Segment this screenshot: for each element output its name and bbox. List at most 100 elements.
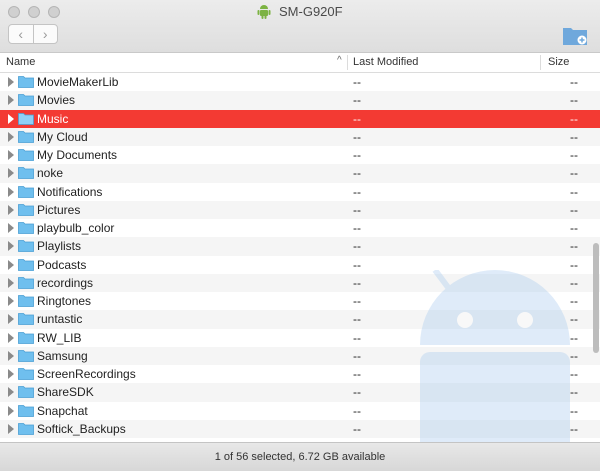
- item-size: --: [570, 75, 578, 89]
- item-name: Podcasts: [37, 257, 87, 272]
- item-size: --: [570, 129, 578, 144]
- list-item[interactable]: Ringtones -- --: [0, 292, 600, 310]
- item-name: Ringtones: [37, 294, 92, 308]
- list-item[interactable]: RW_LIB -- --: [0, 329, 600, 347]
- navigation-buttons: ‹ ›: [8, 24, 58, 44]
- item-name: RW_LIB: [37, 330, 82, 345]
- item-size: --: [570, 294, 578, 308]
- item-name: playbulb_color: [37, 221, 115, 235]
- folder-icon: [18, 386, 34, 399]
- column-header: Name ^ Last Modified Size: [0, 53, 600, 73]
- folder-icon: [18, 422, 34, 435]
- item-modified: --: [353, 385, 361, 400]
- list-item[interactable]: Softick_Backups -- --: [0, 419, 600, 438]
- item-name: Samsung: [37, 348, 88, 363]
- item-size: --: [570, 330, 578, 345]
- android-icon: [257, 4, 271, 19]
- vertical-scrollbar[interactable]: [593, 243, 599, 353]
- item-modified: --: [353, 312, 361, 327]
- item-name: runtastic: [37, 312, 83, 327]
- folder-icon: [18, 258, 34, 271]
- item-size: --: [570, 221, 578, 235]
- folder-icon: [18, 76, 34, 88]
- list-item[interactable]: Notifications -- --: [0, 183, 600, 201]
- list-item[interactable]: My Cloud -- --: [0, 127, 600, 146]
- folder-icon: [18, 203, 34, 216]
- item-size: --: [570, 257, 578, 272]
- disclosure-triangle-icon[interactable]: [8, 241, 14, 252]
- disclosure-triangle-icon[interactable]: [8, 259, 14, 270]
- list-item[interactable]: ScreenRecordings -- --: [0, 365, 600, 383]
- list-item[interactable]: noke -- --: [0, 164, 600, 183]
- item-size: --: [570, 111, 578, 126]
- list-item[interactable]: My Documents -- --: [0, 146, 600, 164]
- list-item[interactable]: Pictures -- --: [0, 200, 600, 219]
- sort-ascending-icon: ^: [337, 55, 342, 66]
- item-modified: --: [353, 166, 361, 181]
- list-item[interactable]: playbulb_color -- --: [0, 219, 600, 237]
- folder-icon: [18, 149, 34, 161]
- list-item[interactable]: recordings -- --: [0, 273, 600, 292]
- new-folder-icon[interactable]: [562, 24, 588, 46]
- item-size: --: [570, 385, 578, 400]
- forward-button[interactable]: ›: [32, 25, 58, 43]
- disclosure-triangle-icon[interactable]: [8, 204, 14, 215]
- item-name: Pictures: [37, 202, 81, 217]
- item-modified: --: [353, 75, 361, 89]
- item-modified: --: [353, 129, 361, 144]
- item-size: --: [570, 239, 578, 254]
- disclosure-triangle-icon[interactable]: [8, 350, 14, 361]
- list-item[interactable]: Snapchat -- --: [0, 402, 600, 420]
- folder-icon: [18, 240, 34, 253]
- list-item[interactable]: MovieMakerLib -- --: [0, 73, 600, 91]
- folder-icon: [18, 185, 34, 198]
- title-bar: SM-G920F ‹ ›: [0, 0, 600, 53]
- disclosure-triangle-icon[interactable]: [8, 405, 14, 416]
- item-name: Snapchat: [37, 403, 88, 418]
- disclosure-triangle-icon[interactable]: [8, 314, 14, 325]
- disclosure-triangle-icon[interactable]: [8, 277, 14, 288]
- item-size: --: [570, 275, 578, 290]
- folder-icon: [18, 222, 34, 234]
- item-modified: --: [353, 257, 361, 272]
- disclosure-triangle-icon[interactable]: [8, 150, 14, 160]
- list-item[interactable]: Movies -- --: [0, 91, 600, 110]
- item-modified: --: [353, 111, 361, 126]
- disclosure-triangle-icon[interactable]: [8, 186, 14, 197]
- list-item[interactable]: Podcasts -- --: [0, 256, 600, 274]
- item-modified: --: [353, 421, 361, 436]
- item-modified: --: [353, 202, 361, 217]
- item-name: Playlists: [37, 239, 82, 254]
- item-size: --: [570, 348, 578, 363]
- folder-icon: [18, 404, 34, 417]
- item-name: noke: [37, 166, 64, 181]
- column-size-header[interactable]: Size: [548, 56, 569, 68]
- disclosure-triangle-icon[interactable]: [8, 113, 14, 124]
- list-item[interactable]: Playlists -- --: [0, 237, 600, 256]
- disclosure-triangle-icon[interactable]: [8, 168, 14, 179]
- column-modified-header[interactable]: Last Modified: [353, 56, 418, 68]
- disclosure-triangle-icon[interactable]: [8, 131, 14, 142]
- disclosure-triangle-icon[interactable]: [8, 223, 14, 233]
- disclosure-triangle-icon[interactable]: [8, 296, 14, 306]
- disclosure-triangle-icon[interactable]: [8, 423, 14, 434]
- back-button[interactable]: ‹: [9, 25, 33, 43]
- disclosure-triangle-icon[interactable]: [8, 369, 14, 379]
- disclosure-triangle-icon[interactable]: [8, 95, 14, 106]
- list-item[interactable]: Samsung -- --: [0, 346, 600, 365]
- list-item[interactable]: Music -- --: [0, 109, 600, 128]
- folder-icon: [18, 276, 34, 289]
- item-name: My Documents: [37, 148, 118, 162]
- item-name: MovieMakerLib: [37, 75, 119, 89]
- column-name-header[interactable]: Name: [6, 56, 35, 68]
- disclosure-triangle-icon[interactable]: [8, 332, 14, 343]
- folder-icon: [18, 167, 34, 180]
- list-item[interactable]: runtastic -- --: [0, 310, 600, 329]
- item-modified: --: [353, 221, 361, 235]
- list-item[interactable]: ShareSDK -- --: [0, 383, 600, 402]
- status-bar: 1 of 56 selected, 6.72 GB available: [0, 442, 600, 471]
- disclosure-triangle-icon[interactable]: [8, 77, 14, 87]
- disclosure-triangle-icon[interactable]: [8, 387, 14, 398]
- chevron-left-icon: ‹: [18, 26, 24, 42]
- file-list: MovieMakerLib -- -- Movies -- -- Music -- -- My C…: [0, 73, 600, 443]
